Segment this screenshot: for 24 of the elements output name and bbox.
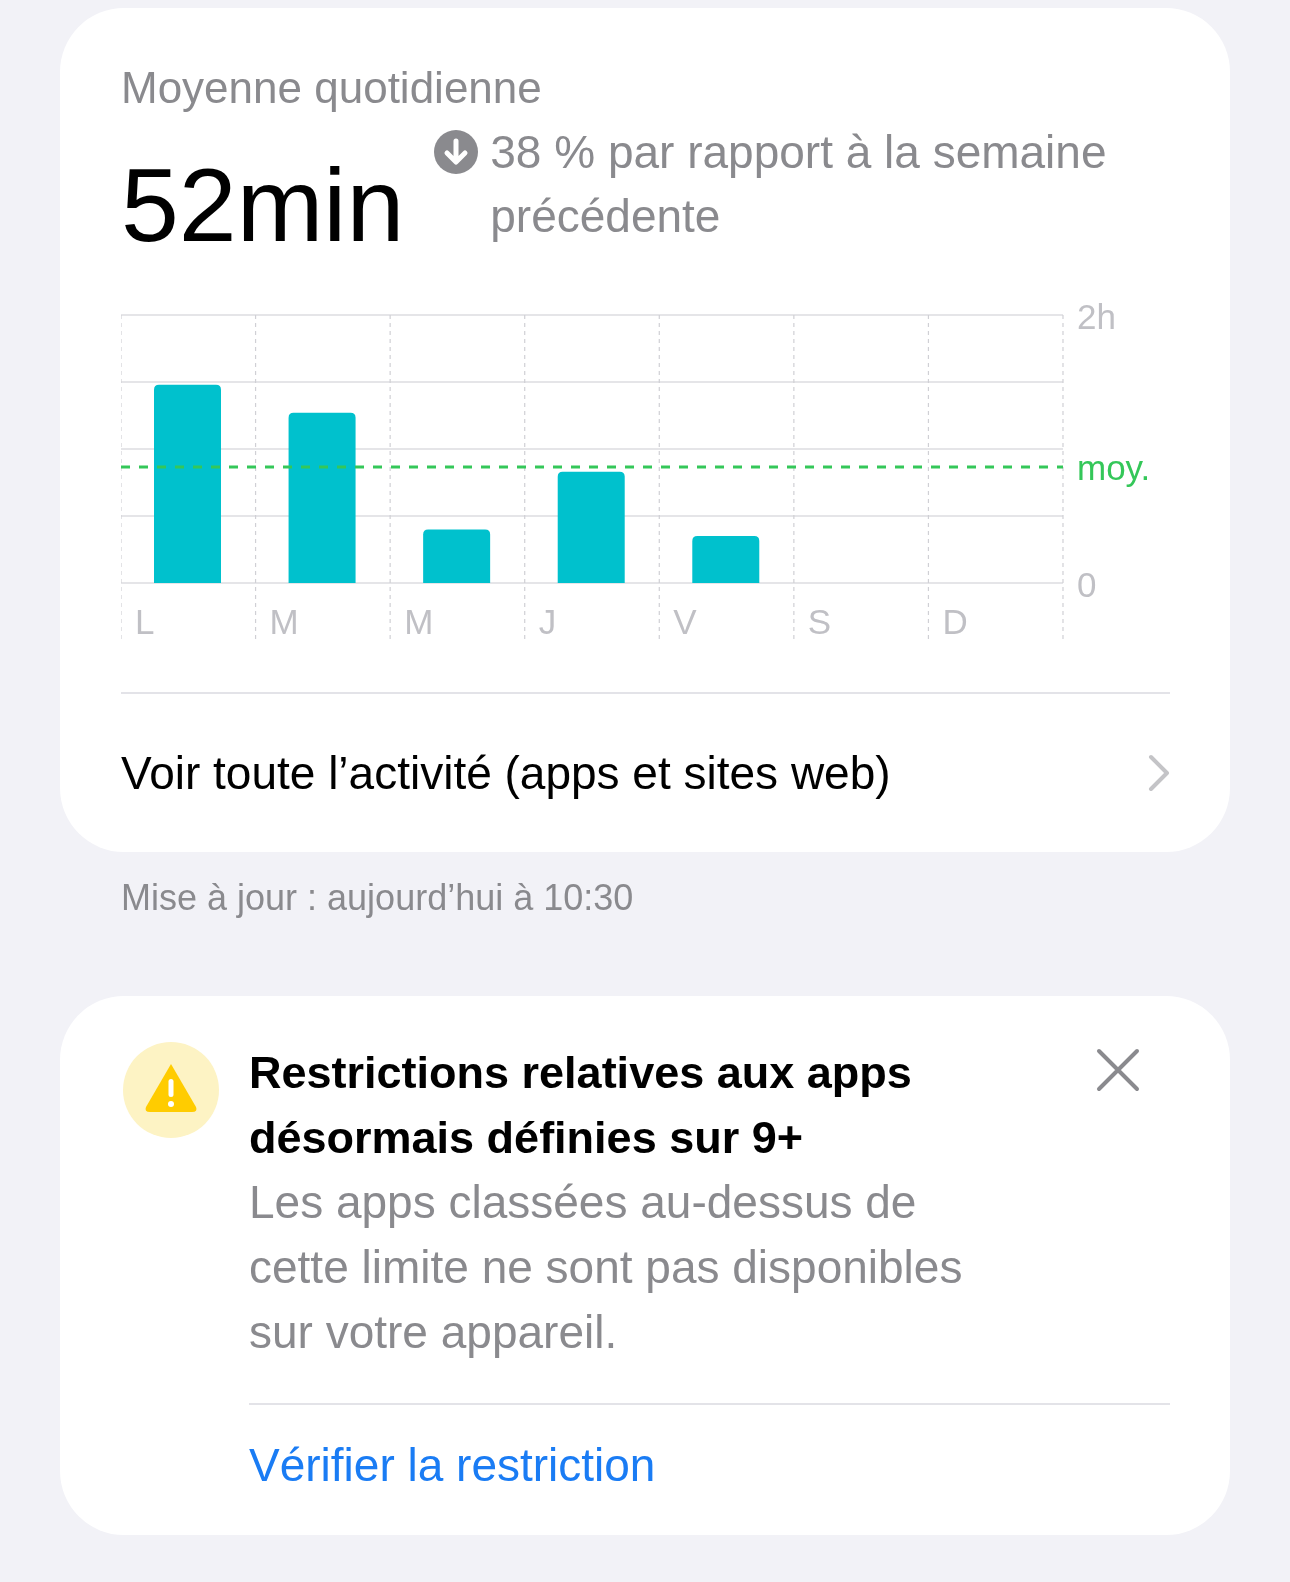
bar — [423, 529, 491, 583]
alert-title: Restrictions relatives aux apps désormais définies sur 9+ — [249, 1046, 913, 1165]
close-button[interactable] — [1096, 1048, 1140, 1092]
day-label: V — [673, 602, 697, 641]
average-label: moy. — [1077, 447, 1151, 487]
day-label: D — [942, 602, 968, 641]
close-icon — [1096, 1048, 1140, 1092]
bar — [692, 536, 760, 583]
summary-title: Moyenne quotidienne — [121, 62, 543, 114]
axis-label: 2h — [1077, 297, 1116, 336]
chevron-icon — [1148, 754, 1170, 792]
trend-text: 38 % par rapport à la semaine précédente — [490, 125, 1108, 244]
daily-average: 52min — [121, 150, 405, 260]
axis-label: 0 — [1077, 565, 1097, 604]
day-label: M — [404, 602, 434, 641]
day-label: S — [807, 602, 832, 641]
update-time: Mise à jour : aujourd’hui à 10:30 — [120, 876, 635, 920]
alert-message: Les apps classées au-dessus de cette limite ne sont pas disponibles sur votre appareil. — [249, 1175, 964, 1360]
activity-link[interactable]: Voir toute l’activité (apps et sites web) — [121, 694, 1170, 852]
day-label: L — [135, 602, 155, 641]
warning-icon — [123, 1042, 219, 1138]
day-label: J — [538, 602, 557, 641]
day-label: M — [269, 602, 299, 641]
verify-restriction-link[interactable]: Vérifier la restriction — [249, 1435, 656, 1495]
